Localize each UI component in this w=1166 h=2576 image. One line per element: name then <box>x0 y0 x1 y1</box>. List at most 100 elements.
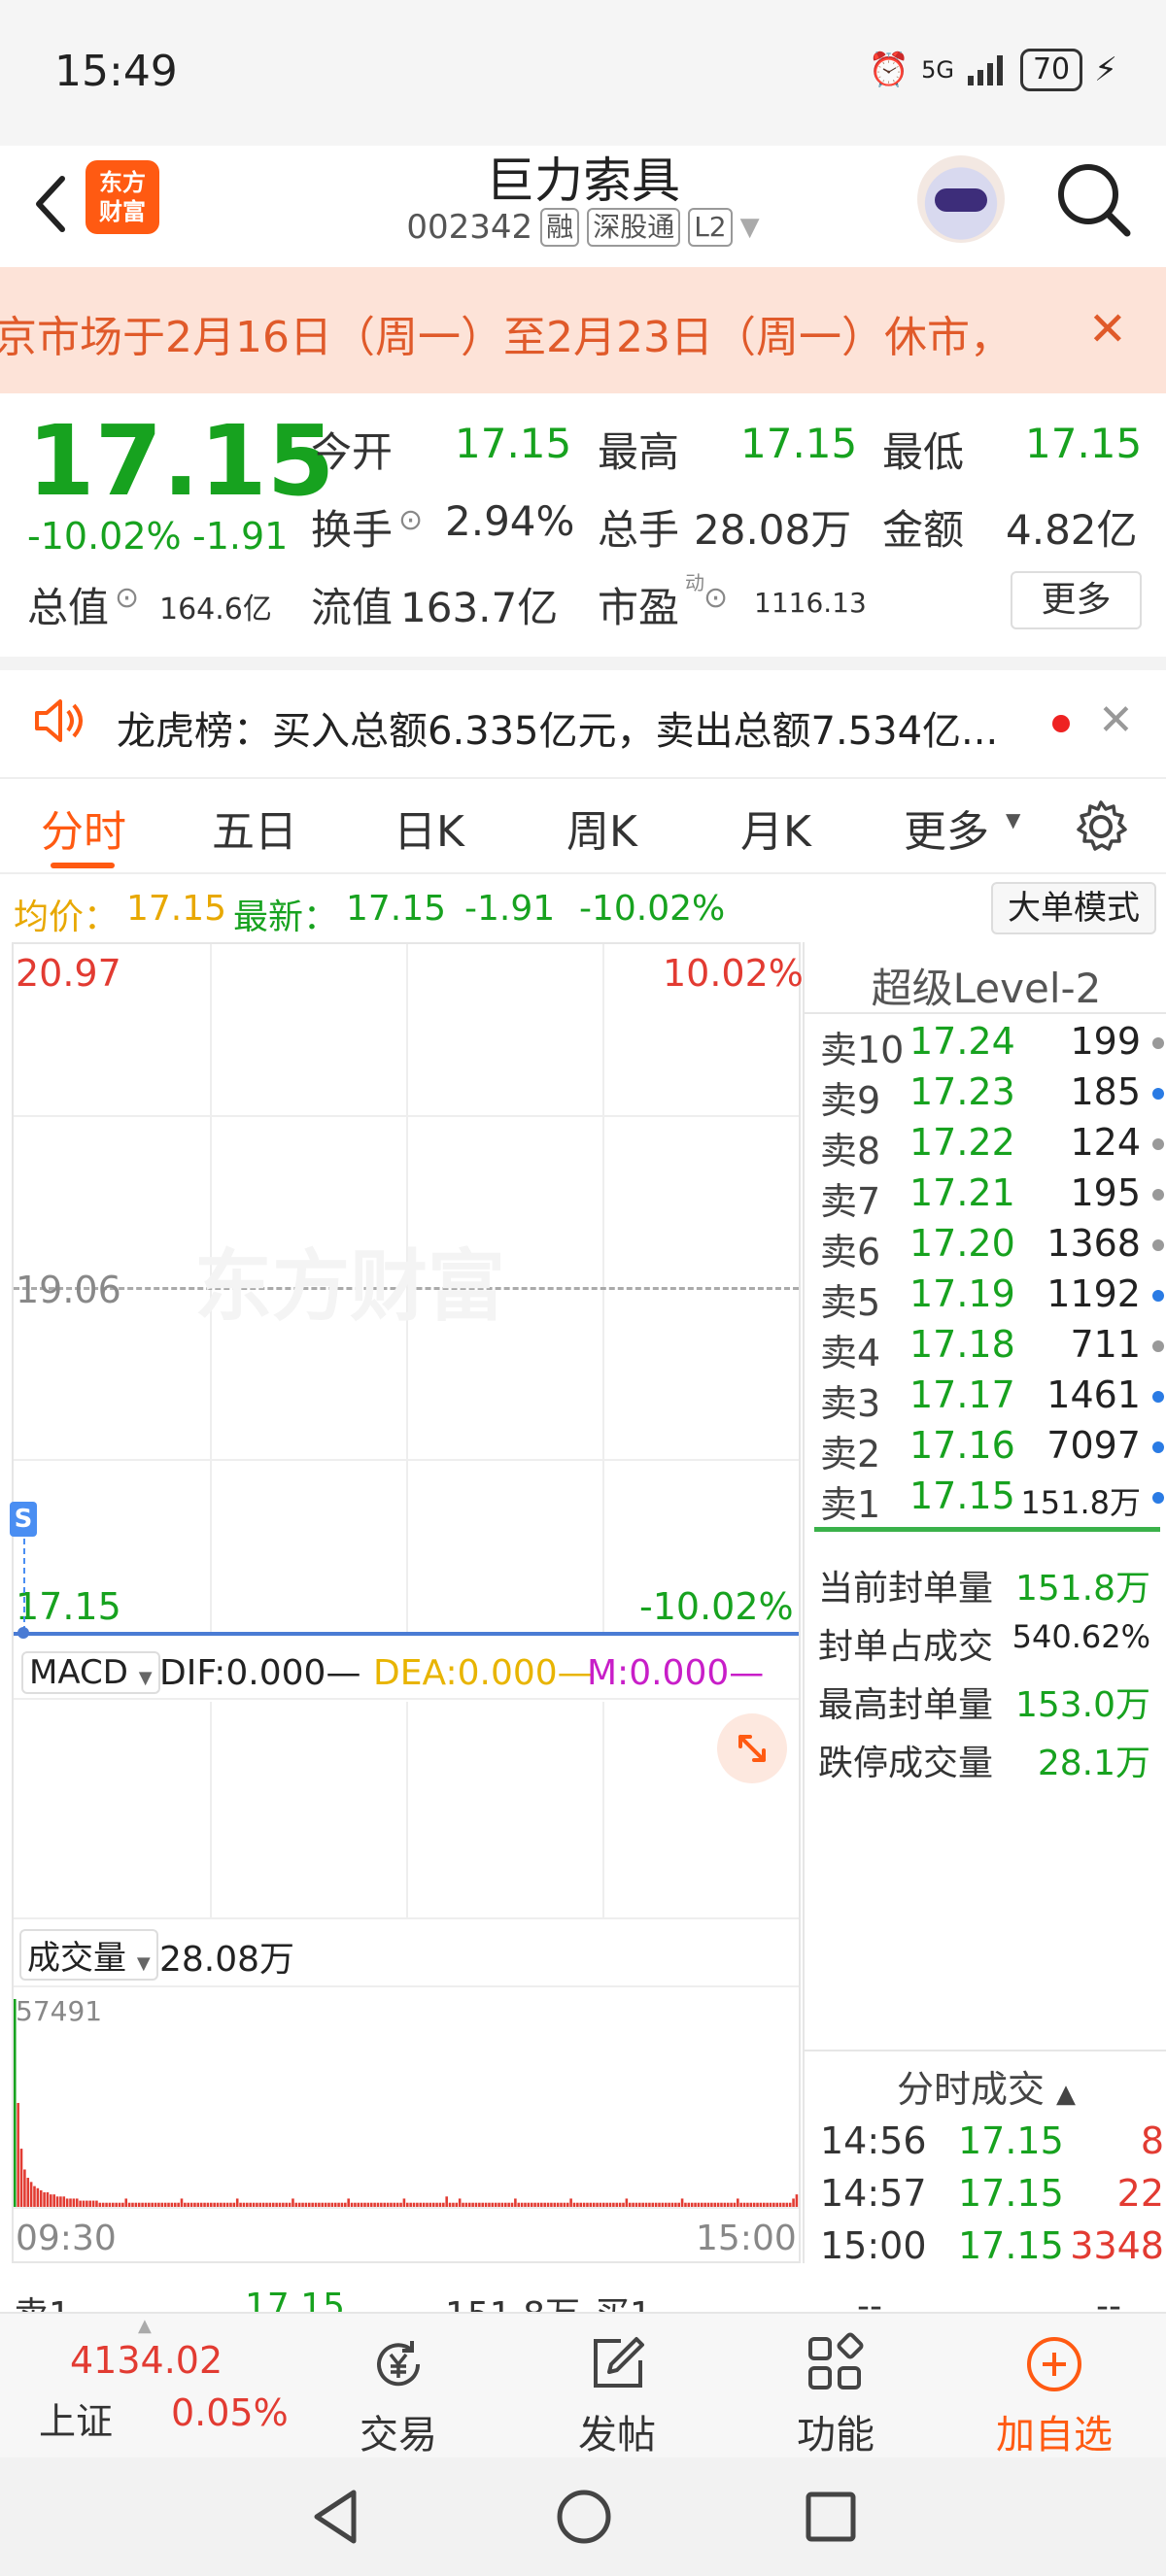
big-order-mode-button[interactable]: 大单模式 <box>991 882 1156 934</box>
info-dots-icon[interactable]: ⊙ <box>703 581 728 615</box>
volume-bar <box>52 2194 55 2207</box>
y-axis-mid: 19.06 <box>16 1269 121 1311</box>
volume-selector-label: 成交量 <box>27 1939 126 1978</box>
volume-selector[interactable]: 成交量 ▼ <box>19 1929 158 1981</box>
info-dots-icon[interactable]: ⊙ <box>115 581 139 615</box>
grid-line <box>14 2207 799 2209</box>
dropdown-triangle-icon[interactable]: ▼ <box>740 213 760 242</box>
grid-line <box>406 1702 408 1917</box>
ask-dot <box>1152 1138 1164 1150</box>
nav-post[interactable]: 发帖 <box>510 2314 724 2459</box>
volume-label: 总手 <box>598 506 680 554</box>
ask-volume: 195 <box>1070 1171 1141 1214</box>
tab-more[interactable]: 更多 <box>904 797 989 859</box>
ask-row[interactable]: 卖7 17.21 195 <box>812 1171 1166 1223</box>
volume-bar <box>75 2198 79 2207</box>
nav-trade[interactable]: 交易 <box>292 2314 505 2459</box>
volume-bar <box>737 2198 739 2207</box>
volume-bar <box>65 2198 69 2207</box>
index-name: 上证 <box>39 2400 114 2443</box>
tick-trades-header[interactable]: 分时成交 ▲ <box>805 2059 1166 2113</box>
seal-label: 封单占成交 <box>818 1627 994 1667</box>
macd-label: MACD <box>29 1653 128 1692</box>
index-ticker[interactable]: ▲ 4134.02 上证 0.05% <box>29 2314 289 2459</box>
seal-label: 当前封单量 <box>818 1569 994 1609</box>
order-book-row: 卖1 17.15 151.8万 买1 -- -- <box>0 2273 1166 2312</box>
tab-monthly-k[interactable]: 月K <box>740 797 811 859</box>
ask-row[interactable]: 卖8 17.22 124 <box>812 1121 1166 1172</box>
volume-bar <box>680 2198 684 2207</box>
tab-5day[interactable]: 五日 <box>212 797 297 859</box>
ask-row[interactable]: 卖6 17.20 1368 <box>812 1222 1166 1273</box>
close-icon[interactable]: ✕ <box>1088 302 1127 356</box>
nav-add-watchlist[interactable]: 加自选 <box>947 2314 1161 2459</box>
macd-selector[interactable]: MACD ▼ <box>21 1651 160 1694</box>
low-value: 17.15 <box>1025 420 1143 467</box>
volume-bar <box>43 2192 46 2207</box>
tab-weekly-k[interactable]: 周K <box>566 797 637 859</box>
nav-trade-label: 交易 <box>360 2413 437 2457</box>
mktcap-label: 总值 <box>27 584 110 631</box>
more-button[interactable]: 更多 <box>1011 571 1142 629</box>
expand-button[interactable] <box>717 1713 787 1783</box>
level2-title[interactable]: 超级Level-2 <box>805 956 1166 1015</box>
ask-volume: 1368 <box>1046 1222 1141 1265</box>
turnover-label: 换手 <box>311 506 394 554</box>
tab-daily-k[interactable]: 日K <box>394 797 464 859</box>
change-amount: -1.91 <box>192 515 289 558</box>
volume-bar <box>46 2192 50 2207</box>
ask-row[interactable]: 卖10 17.24 199 <box>812 1020 1166 1071</box>
seal-label: 跌停成交量 <box>818 1744 994 1783</box>
ask-row[interactable]: 卖4 17.18 711 <box>812 1323 1166 1374</box>
signal-5g-icon: 5G <box>921 56 954 84</box>
home-circle-icon[interactable] <box>554 2487 614 2547</box>
search-icon[interactable] <box>1049 155 1137 243</box>
dragon-tiger-notice[interactable]: 龙虎榜：买入总额6.335亿元，卖出总额7.534亿... ✕ <box>0 657 1166 763</box>
sell1-label: 卖1 <box>14 2287 71 2312</box>
ask-label: 卖7 <box>820 1180 881 1223</box>
avg-label: 均价： <box>14 898 120 937</box>
ask-volume: 711 <box>1070 1323 1141 1366</box>
close-icon[interactable]: ✕ <box>1098 695 1134 745</box>
ask-row[interactable]: 卖2 17.16 7097 <box>812 1424 1166 1475</box>
y-axis-min-pct: -10.02% <box>639 1585 794 1628</box>
index-pct: 0.05% <box>171 2391 289 2434</box>
ask-price: 17.19 <box>909 1272 1015 1315</box>
ask-row[interactable]: 卖5 17.19 1192 <box>812 1272 1166 1324</box>
ask-label: 卖8 <box>820 1130 881 1172</box>
avg-value: 17.15 <box>126 889 227 929</box>
latest-value: 17.15 <box>346 889 447 929</box>
ask-price: 17.20 <box>909 1222 1015 1265</box>
chevron-down-icon: ▼ <box>1006 808 1021 831</box>
robot-assistant-icon[interactable] <box>917 155 1005 243</box>
high-label: 最高 <box>598 428 680 476</box>
amount-label: 金额 <box>882 506 965 554</box>
nav-post-label: 发帖 <box>578 2413 656 2457</box>
volume-bar <box>33 2186 36 2207</box>
ask-label: 卖3 <box>820 1382 881 1425</box>
volume-bar <box>29 2182 33 2207</box>
gear-icon[interactable] <box>1071 797 1131 857</box>
tag-l2: L2 <box>688 208 733 247</box>
back-triangle-icon[interactable] <box>307 2487 365 2547</box>
tab-intraday[interactable]: 分时 <box>41 797 126 859</box>
ask-row[interactable]: 卖3 17.17 1461 <box>812 1373 1166 1425</box>
bottom-nav: ▲ 4134.02 上证 0.05% 交易 发帖 功能 加自选 <box>0 2312 1166 2457</box>
ask-volume: 185 <box>1070 1070 1141 1113</box>
info-dots-icon[interactable]: ⊙ <box>398 503 423 537</box>
ask-row[interactable]: 卖1 17.15 151.8万 <box>812 1474 1166 1526</box>
recents-square-icon[interactable] <box>803 2489 859 2545</box>
volume-bar <box>625 2198 629 2207</box>
nav-functions[interactable]: 功能 <box>729 2314 943 2459</box>
alarm-icon: ⏰ <box>868 51 910 89</box>
ask-row[interactable]: 卖9 17.23 185 <box>812 1070 1166 1122</box>
s-marker-badge[interactable]: S <box>10 1502 37 1537</box>
volume-bar <box>569 2198 572 2207</box>
level2-panel: 超级Level-2 卖10 17.24 199 卖9 17.23 185 卖8 17.22 12… <box>803 942 1166 2267</box>
holiday-banner[interactable]: 京市场于2月16日（周一）至2月23日（周一）休市， ✕ <box>0 267 1166 393</box>
unread-dot <box>1052 715 1070 732</box>
buy1-label: 买1 <box>595 2287 652 2312</box>
volume-bar <box>235 2198 239 2207</box>
low-label: 最低 <box>882 428 965 476</box>
grid-line <box>602 1702 604 1917</box>
